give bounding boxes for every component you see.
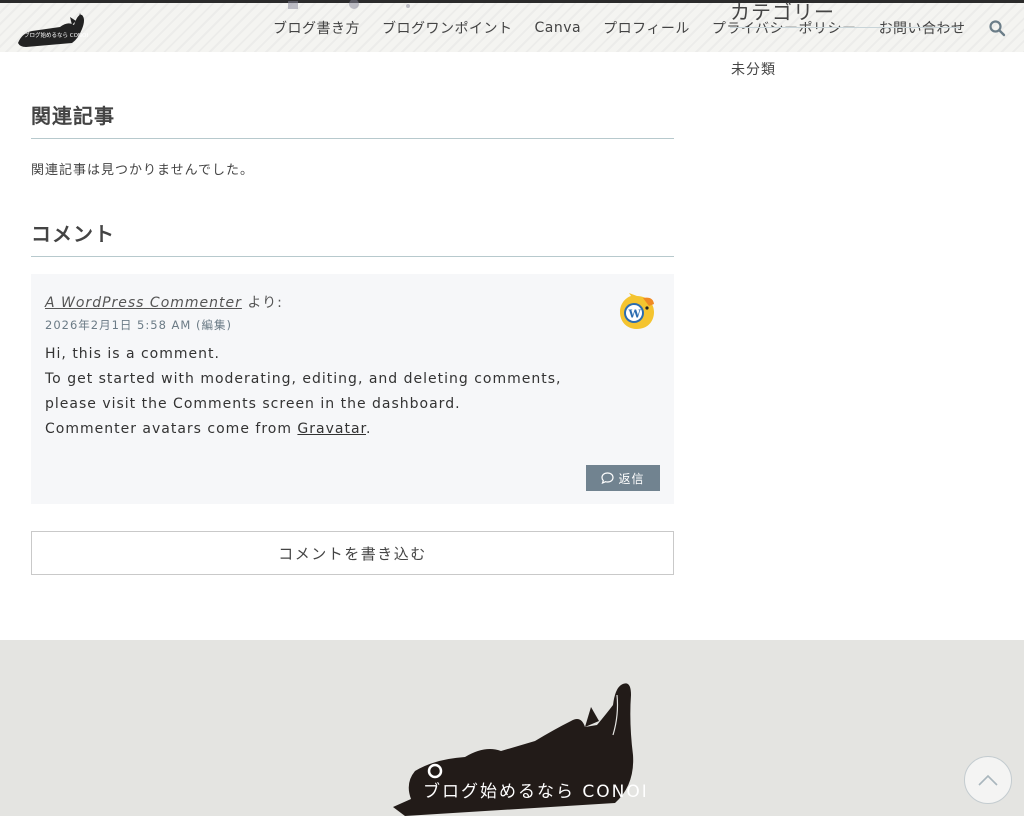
- site-footer: ブログ始めるなら CONOHA WING !!: [0, 640, 1024, 816]
- comment-author-line: A WordPress Commenter より:: [45, 292, 283, 312]
- reply-button-label: 返信: [618, 471, 645, 486]
- related-posts-title: 関連記事: [31, 100, 674, 139]
- comment-line: please visit the Comments screen in the …: [45, 396, 461, 412]
- comment-line: To get started with moderating, editing,…: [45, 371, 562, 387]
- comment-author-link[interactable]: A WordPress Commenter: [45, 295, 242, 311]
- comment-date[interactable]: 2026年2月1日 5:58 AM: [45, 318, 191, 332]
- reply-button[interactable]: 返信: [586, 465, 660, 491]
- write-comment-button[interactable]: コメントを書き込む: [31, 531, 674, 575]
- gravatar-link[interactable]: Gravatar: [297, 421, 366, 437]
- logo-line1: ブログ始めるなら CONOHA WING !!: [24, 31, 88, 39]
- comment-item: A WordPress Commenter より: 2026年2月1日 5:58…: [31, 274, 674, 504]
- comment-line-suffix: .: [366, 421, 372, 437]
- comment-edit-link[interactable]: (編集): [196, 318, 232, 332]
- chevron-up-icon: [978, 774, 998, 786]
- footer-logo-text: ブログ始めるなら CONOHA WING !!: [423, 781, 645, 802]
- sidebar-category-uncategorized[interactable]: 未分類: [731, 59, 776, 79]
- commenter-avatar: W: [620, 293, 654, 329]
- related-posts-empty-message: 関連記事は見つかりませんでした。: [31, 163, 254, 178]
- nav-item-canva[interactable]: Canva: [535, 20, 582, 36]
- nav-item-profile[interactable]: プロフィール: [603, 18, 690, 38]
- search-icon[interactable]: [988, 19, 1006, 37]
- speech-bubble-icon: [601, 472, 615, 484]
- comment-meta: 2026年2月1日 5:58 AM (編集): [45, 317, 232, 333]
- comment-line-prefix: Commenter avatars come from: [45, 421, 298, 437]
- comment-body: Hi, this is a comment. To get started wi…: [45, 342, 561, 442]
- nav-item-blog-onepoint[interactable]: ブログワンポイント: [382, 18, 513, 38]
- comment-line-last: Commenter avatars come from Gravatar.: [45, 417, 561, 442]
- site-logo[interactable]: ブログ始めるなら CONOHA WING !!: [16, 9, 88, 49]
- comment-line: Hi, this is a comment.: [45, 346, 220, 362]
- nav-item-blog-writing[interactable]: ブログ書き方: [273, 18, 360, 38]
- sidebar-heading-category: カテゴリー: [730, 0, 960, 28]
- comment-author-suffix: より:: [247, 295, 283, 311]
- svg-text:W: W: [628, 308, 642, 321]
- scroll-to-top-button[interactable]: [964, 756, 1012, 804]
- comments-title: コメント: [31, 218, 674, 257]
- faded-share-icons: [288, 0, 410, 9]
- footer-logo[interactable]: ブログ始めるなら CONOHA WING !!: [385, 675, 645, 816]
